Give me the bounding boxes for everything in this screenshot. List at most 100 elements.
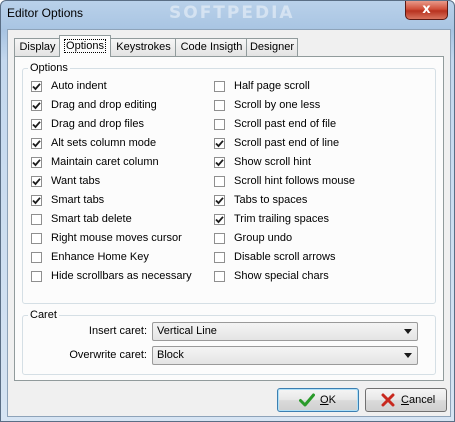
option-checkbox-row[interactable]: Show special chars (214, 269, 329, 283)
option-checkbox-row[interactable]: Trim trailing spaces (214, 212, 329, 226)
checkbox-checked[interactable] (214, 137, 225, 149)
check-mark-icon (215, 139, 224, 147)
tab-code-insight[interactable]: Code Insigth (175, 38, 248, 56)
checkbox-checked[interactable] (31, 99, 42, 111)
option-checkbox-row[interactable]: Scroll hint follows mouse (214, 174, 355, 188)
option-label: Want tabs (51, 175, 101, 187)
option-label: Scroll hint follows mouse (234, 175, 356, 187)
check-mark-icon (32, 120, 41, 128)
title-bar[interactable]: Editor Options SOFTPEDIA x (1, 1, 454, 29)
checkbox-unchecked[interactable] (214, 270, 225, 282)
option-label: Trim trailing spaces (234, 213, 329, 225)
option-checkbox-row[interactable]: Right mouse moves cursor (31, 231, 182, 245)
option-checkbox-row[interactable]: Hide scrollbars as necessary (31, 269, 192, 283)
tab-label: Display (19, 41, 56, 53)
option-label: Smart tab delete (51, 213, 132, 225)
checkbox-unchecked[interactable] (31, 232, 42, 244)
checkbox-checked[interactable] (31, 194, 42, 206)
tab-label: Code Insigth (180, 41, 243, 53)
option-checkbox-row[interactable]: Smart tab delete (31, 212, 132, 226)
option-label: Scroll past end of file (234, 118, 337, 130)
option-checkbox-row[interactable]: Group undo (214, 231, 292, 245)
close-button[interactable]: x (405, 1, 448, 20)
option-checkbox-row[interactable]: Half page scroll (214, 79, 310, 93)
overwrite-caret-select[interactable]: Block (152, 346, 418, 365)
check-mark-icon (215, 158, 224, 166)
tab-label: Designer (249, 41, 295, 53)
insert-caret-select[interactable]: Vertical Line (152, 322, 418, 341)
checkbox-unchecked[interactable] (214, 80, 225, 92)
watermark: SOFTPEDIA (169, 3, 295, 23)
tab-options[interactable]: Options (59, 35, 111, 57)
checkbox-unchecked[interactable] (214, 232, 225, 244)
option-label: Auto indent (51, 80, 107, 92)
option-checkbox-row[interactable]: Alt sets column mode (31, 136, 156, 150)
tab-keystrokes[interactable]: Keystrokes (110, 38, 177, 56)
checkbox-unchecked[interactable] (31, 270, 42, 282)
checkbox-unchecked[interactable] (31, 213, 42, 225)
option-label: Show scroll hint (234, 156, 312, 168)
close-icon: x (422, 2, 431, 17)
option-label: Group undo (234, 232, 293, 244)
option-checkbox-row[interactable]: Maintain caret column (31, 155, 159, 169)
option-label: Scroll past end of line (234, 137, 340, 149)
check-mark-icon (215, 215, 224, 223)
option-checkbox-row[interactable]: Auto indent (31, 79, 107, 93)
options-tab-panel: Options Auto indent Drag and drop editing… (14, 56, 444, 381)
tab-label: Options (64, 39, 106, 53)
tab-label: Keystrokes (116, 41, 171, 53)
tab-designer[interactable]: Designer (246, 38, 298, 56)
check-mark-icon (32, 196, 41, 204)
check-mark-icon (32, 139, 41, 147)
cross-icon (381, 393, 395, 407)
checkbox-checked[interactable] (31, 80, 42, 92)
checkbox-checked[interactable] (214, 194, 225, 206)
options-group-label: Options (28, 61, 70, 75)
option-label: Half page scroll (234, 80, 310, 92)
option-label: Smart tabs (51, 194, 105, 206)
option-checkbox-row[interactable]: Scroll past end of file (214, 117, 336, 131)
option-label: Alt sets column mode (51, 137, 157, 149)
check-mark-icon (32, 177, 41, 185)
checkbox-unchecked[interactable] (214, 175, 225, 187)
option-label: Maintain caret column (51, 156, 159, 168)
option-label: Tabs to spaces (234, 194, 308, 206)
checkbox-unchecked[interactable] (31, 251, 42, 263)
option-checkbox-row[interactable]: Show scroll hint (214, 155, 311, 169)
chevron-down-icon (404, 353, 412, 358)
ok-button-label: OK (320, 394, 336, 406)
checkbox-checked[interactable] (31, 156, 42, 168)
checkmark-icon (299, 393, 315, 407)
chevron-down-icon (404, 329, 412, 334)
checkbox-unchecked[interactable] (214, 118, 225, 130)
checkbox-checked[interactable] (31, 175, 42, 187)
option-checkbox-row[interactable]: Enhance Home Key (31, 250, 149, 264)
insert-caret-label: Insert caret: (88, 325, 147, 337)
option-checkbox-row[interactable]: Want tabs (31, 174, 100, 188)
option-checkbox-row[interactable]: Scroll past end of line (214, 136, 339, 150)
window-title: Editor Options (7, 6, 84, 20)
option-checkbox-row[interactable]: Drag and drop editing (31, 98, 157, 112)
option-label: Right mouse moves cursor (51, 232, 182, 244)
option-checkbox-row[interactable]: Drag and drop files (31, 117, 144, 131)
checkbox-checked[interactable] (31, 118, 42, 130)
checkbox-checked[interactable] (31, 137, 42, 149)
overwrite-caret-label: Overwrite caret: (69, 349, 147, 361)
option-checkbox-row[interactable]: Tabs to spaces (214, 193, 307, 207)
check-mark-icon (32, 101, 41, 109)
checkbox-checked[interactable] (214, 156, 225, 168)
caret-groupbox: Caret Insert caret: Vertical Line Overwr… (22, 308, 436, 375)
cancel-button[interactable]: Cancel (365, 388, 447, 412)
option-label: Drag and drop files (51, 118, 144, 130)
options-groupbox: Options Auto indent Drag and drop editing… (22, 61, 436, 304)
option-checkbox-row[interactable]: Smart tabs (31, 193, 104, 207)
tab-display[interactable]: Display (14, 38, 61, 56)
option-label: Scroll by one less (234, 99, 321, 111)
checkbox-unchecked[interactable] (214, 99, 225, 111)
ok-button[interactable]: OK (277, 388, 359, 412)
checkbox-unchecked[interactable] (214, 251, 225, 263)
checkbox-checked[interactable] (214, 213, 225, 225)
option-checkbox-row[interactable]: Disable scroll arrows (214, 250, 335, 264)
option-checkbox-row[interactable]: Scroll by one less (214, 98, 320, 112)
check-mark-icon (215, 196, 224, 204)
